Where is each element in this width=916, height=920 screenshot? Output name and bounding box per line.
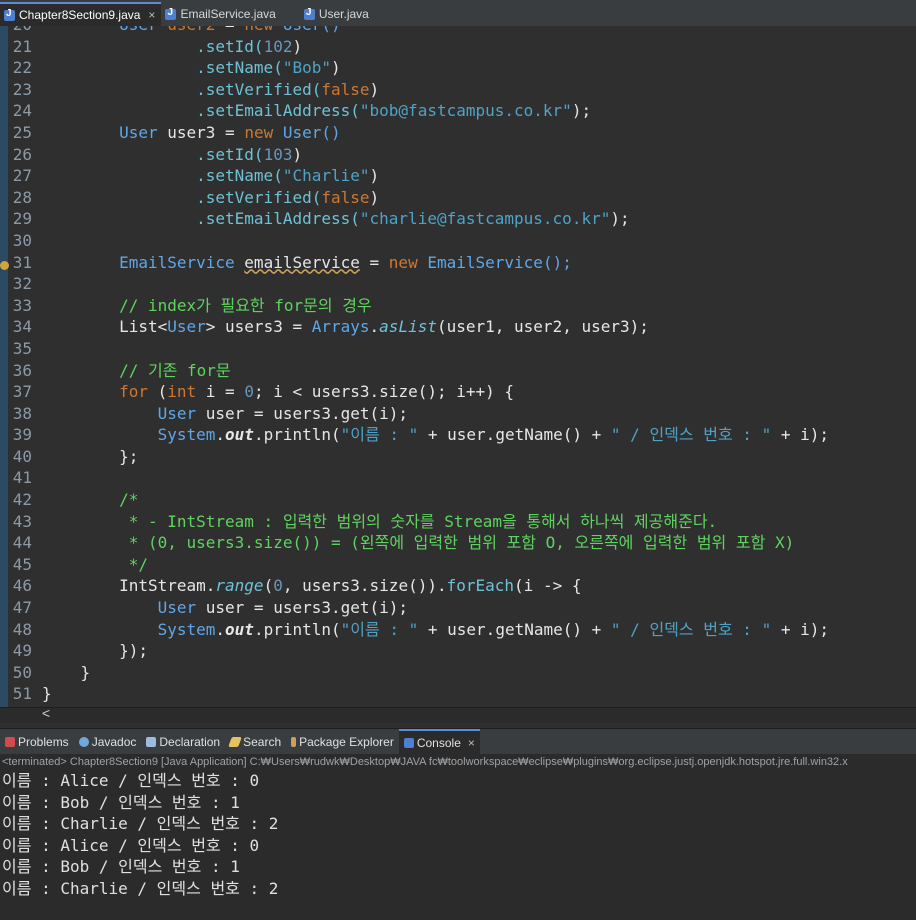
code-line: 49 }); — [12, 641, 148, 661]
code-line: 45 */ — [12, 554, 148, 574]
code-line: 48 System.out.println("이름 : " + user.get… — [12, 619, 829, 639]
code-line: 23 .setVerified(false) — [12, 79, 380, 99]
tab-emailservice[interactable]: EmailService.java — [161, 2, 281, 26]
code-line: 51} — [12, 684, 52, 704]
console-status: <terminated> Chapter8Section9 [Java Appl… — [0, 754, 916, 770]
horizontal-scrollbar[interactable]: < — [0, 705, 916, 723]
problems-icon — [5, 737, 15, 747]
search-icon — [228, 737, 242, 747]
code-line: 42 /* — [12, 490, 139, 510]
code-line: 44 * (0, users3.size()) = (왼쪽에 입력한 범위 포함… — [12, 533, 795, 553]
declaration-icon — [146, 737, 157, 747]
tab-package-explorer[interactable]: Package Explorer — [286, 729, 399, 755]
code-line: 35 — [12, 338, 32, 358]
code-line: 28 .setVerified(false) — [12, 187, 380, 207]
code-line: 39 System.out.println("이름 : " + user.get… — [12, 425, 829, 445]
code-line: 21 .setId(102) — [12, 36, 303, 56]
code-line: 34 List<User> users3 = Arrays.asList(use… — [12, 317, 649, 337]
code-editor[interactable]: 20 User user2 = new User() 21 .setId(102… — [0, 26, 916, 709]
console-line: 이름 : Charlie / 인덱스 번호 : 2 — [2, 814, 279, 834]
code-line: 25 User user3 = new User() — [12, 122, 341, 142]
code-line: 20 User user2 = new User() — [0, 26, 829, 36]
console-output[interactable]: 이름 : Alice / 인덱스 번호 : 0 이름 : Bob / 인덱스 번… — [0, 770, 916, 920]
code-line: 22 .setName("Bob") — [12, 58, 341, 78]
code-line: 37 for (int i = 0; i < users3.size(); i+… — [12, 382, 515, 402]
code-line: 36 // 기존 for문 — [12, 360, 231, 380]
tab-declaration[interactable]: Declaration — [141, 729, 225, 755]
scroll-left-icon[interactable]: < — [42, 705, 50, 721]
java-file-icon — [303, 7, 315, 20]
java-file-icon — [165, 7, 177, 20]
code-line: 47 User user = users3.get(i); — [12, 598, 409, 618]
tab-search[interactable]: Search — [225, 729, 286, 755]
console-line: 이름 : Alice / 인덱스 번호 : 0 — [2, 771, 260, 790]
console-line: 이름 : Bob / 인덱스 번호 : 1 — [2, 857, 240, 877]
close-icon[interactable]: × — [468, 736, 475, 750]
tab-console[interactable]: Console × — [398, 729, 480, 755]
tab-problems[interactable]: Problems — [0, 729, 74, 755]
code-line: 24 .setEmailAddress("bob@fastcampus.co.k… — [12, 101, 592, 121]
tab-chapter8section9[interactable]: Chapter8Section9.java × — [0, 2, 162, 26]
code-line: 27 .setName("Charlie") — [12, 166, 380, 186]
tab-label: EmailService.java — [180, 7, 276, 21]
code-line: 26 .setId(103) — [12, 144, 303, 164]
tab-user[interactable]: User.java — [300, 2, 375, 26]
tab-javadoc[interactable]: Javadoc — [74, 729, 142, 755]
code-line: 31 EmailService emailService = new Email… — [12, 252, 572, 272]
package-explorer-icon — [291, 737, 297, 747]
java-file-icon — [4, 8, 15, 21]
code-line: 33 // index가 필요한 for문의 경우 — [12, 295, 372, 315]
tab-label: Chapter8Section9.java — [19, 8, 141, 22]
close-icon[interactable]: × — [148, 8, 155, 22]
console-line: 이름 : Alice / 인덱스 번호 : 0 — [2, 835, 260, 855]
console-line: 이름 : Bob / 인덱스 번호 : 1 — [2, 792, 240, 812]
tab-label: User.java — [318, 7, 369, 21]
code-line: 32 — [12, 274, 32, 294]
code-line: 50 } — [12, 662, 91, 682]
code-line: 40 }; — [12, 446, 139, 466]
console-line: 이름 : Charlie / 인덱스 번호 : 2 — [2, 878, 279, 898]
code-line: 41 — [12, 468, 32, 488]
code-line: 38 User user = users3.get(i); — [12, 403, 409, 423]
console-icon — [403, 738, 414, 748]
panel-tab-bar: Problems Javadoc Declaration Search Pack… — [0, 728, 916, 755]
code-line: 46 IntStream.range(0, users3.size()).for… — [12, 576, 582, 596]
code-line: 29 .setEmailAddress("charlie@fastcampus.… — [12, 209, 630, 229]
javadoc-icon — [78, 737, 89, 747]
editor-tab-bar: Chapter8Section9.java × EmailService.jav… — [0, 0, 916, 27]
code-line: 30 — [12, 230, 32, 250]
code-line: 43 * - IntStream : 입력한 범위의 숫자를 Stream을 통… — [12, 511, 718, 531]
code-lines: 20 User user2 = new User() 21 .setId(102… — [0, 26, 829, 705]
